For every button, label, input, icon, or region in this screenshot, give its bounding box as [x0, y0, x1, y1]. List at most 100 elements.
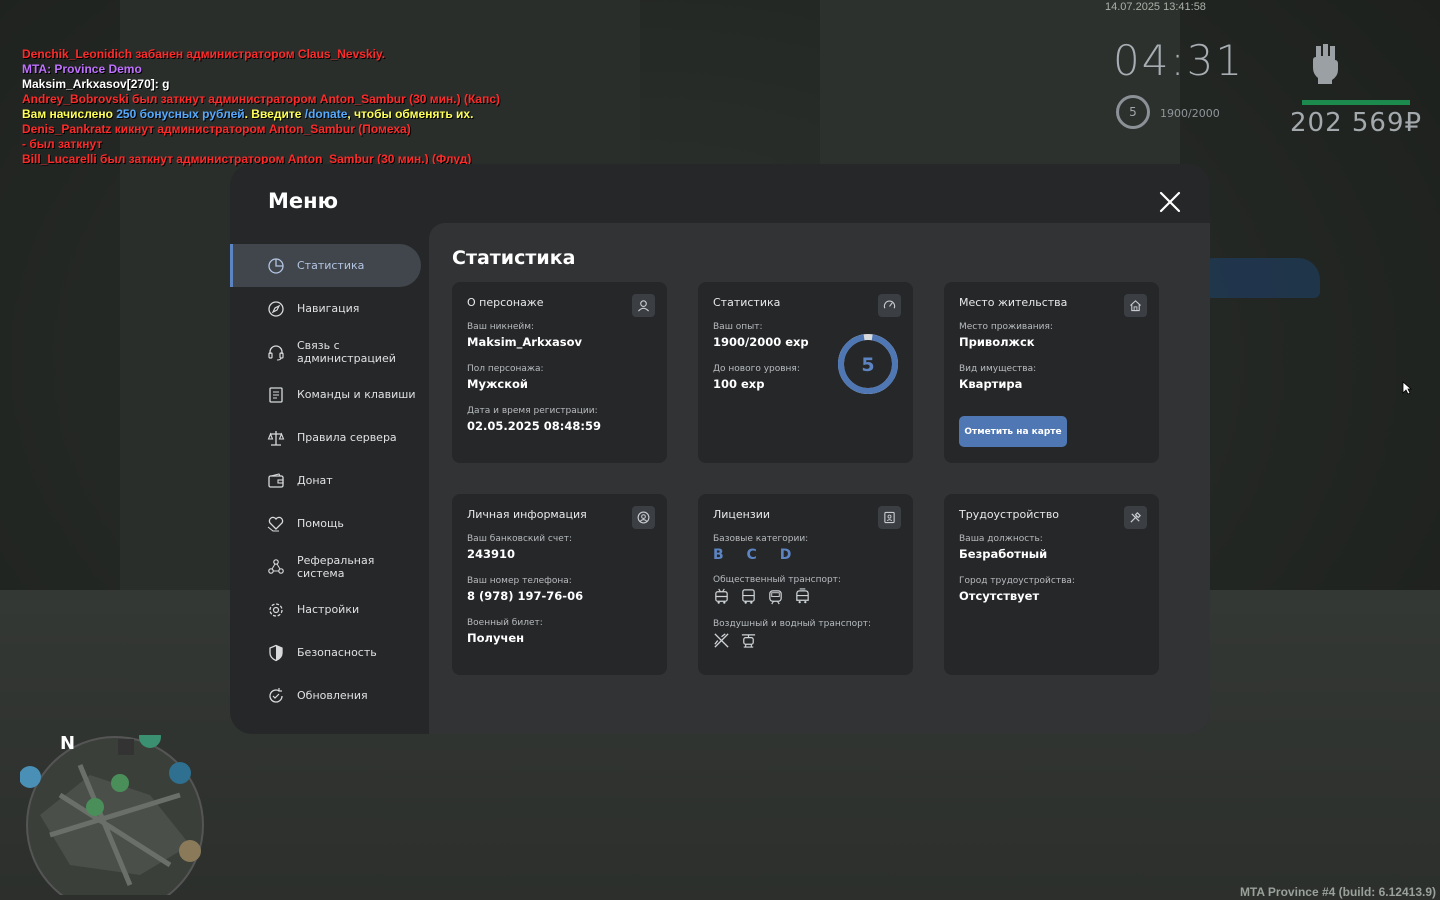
trolleybus-icon — [715, 588, 728, 604]
content-title: Статистика — [452, 247, 576, 269]
menu-sidebar: Статистика Навигация Связь с администрацие… — [230, 244, 429, 717]
wallet-icon — [268, 472, 284, 488]
hud-level-badge: 5 — [1116, 95, 1150, 129]
work-city-value: Отсутствует — [959, 589, 1040, 603]
sidebar-item-label: Донат — [297, 474, 333, 487]
property-value: Квартира — [959, 377, 1023, 391]
card-statistics: Статистика Ваш опыт: 1900/2000 exp До но… — [698, 282, 913, 463]
position-value: Безработный — [959, 547, 1048, 561]
chat-line: Maksim_Arkxasov[270]: g — [22, 77, 500, 92]
basic-categories-value: B C D — [713, 547, 801, 563]
scales-icon — [267, 430, 285, 446]
nick-value: Maksim_Arkxasov — [467, 335, 583, 349]
sidebar-item-admin[interactable]: Связь с администрацией — [230, 330, 429, 373]
pie-chart-icon — [268, 257, 284, 274]
headset-icon — [268, 344, 284, 361]
chat-line: - был заткнут — [22, 137, 500, 152]
sidebar-item-label: Связь с администрацией — [297, 338, 396, 365]
nick-label: Ваш никнейм: — [467, 322, 535, 332]
chat-line: Denchik_Leonidich забанен администраторо… — [22, 47, 500, 62]
sidebar-item-security[interactable]: Безопасность — [230, 631, 429, 674]
chat-text: Andrey_Bobrovski был заткнут администрат… — [22, 92, 501, 106]
place-label: Место проживания: — [959, 322, 1053, 332]
hud-exp: 1900/2000 — [1160, 107, 1220, 120]
home-icon — [1124, 294, 1147, 317]
tram-icon — [769, 590, 782, 605]
chat-text: . Введите — [244, 107, 305, 121]
chat-text: Maksim_Arkxasov[270]: g — [22, 77, 170, 91]
work-city-label: Город трудоустройства: — [959, 576, 1075, 586]
bank-label: Ваш банковский счет: — [467, 534, 573, 544]
chat-line: Andrey_Bobrovski был заткнут администрат… — [22, 92, 500, 107]
sidebar-item-updates[interactable]: Обновления — [230, 674, 429, 717]
plane-icon — [714, 633, 729, 648]
minimap[interactable]: N — [20, 735, 210, 895]
card-title: Личная информация — [467, 508, 587, 521]
helicopter-icon — [741, 634, 756, 648]
card-title: Трудоустройство — [959, 508, 1060, 521]
north-indicator: N — [60, 735, 75, 754]
card-title: О персонаже — [467, 296, 544, 309]
card-title: Лицензии — [713, 508, 771, 521]
clothes-shop-icon — [20, 766, 41, 788]
card-title: Место жительства — [959, 296, 1068, 309]
sidebar-item-label: Реферальная система — [297, 553, 375, 580]
menu-title: Меню — [268, 189, 339, 213]
user-icon — [632, 294, 655, 317]
mark-on-map-button[interactable]: Отметить на карте — [959, 416, 1067, 447]
card-character: О персонаже Ваш никнейм: Maksim_Arkxasov… — [452, 282, 667, 463]
minibus-icon — [796, 588, 809, 604]
chat-text: MTA: Province Demo — [22, 62, 142, 76]
sidebar-item-commands[interactable]: Команды и клавиши — [230, 373, 429, 416]
sidebar-item-rules[interactable]: Правила сервера — [230, 416, 429, 459]
fuel-station-icon — [118, 739, 134, 755]
chat-log: Denchik_Leonidich забанен администраторо… — [22, 47, 500, 167]
background-car — [1200, 258, 1320, 298]
sidebar-item-label: Команды и клавиши — [297, 388, 416, 401]
registration-value: 02.05.2025 08:48:59 — [467, 419, 601, 433]
exp-label: Ваш опыт: — [713, 322, 763, 332]
refresh-icon — [269, 687, 283, 703]
chat-text: Denis_Pankratz кикнут администратором An… — [22, 122, 411, 136]
chat-text: /donate — [304, 107, 348, 121]
hud-datetime: 14.07.2025 13:41:58 — [1105, 1, 1206, 13]
sidebar-item-label: Правила сервера — [297, 431, 397, 444]
card-licenses: Лицензии Базовые категории: B C D Общест… — [698, 494, 913, 675]
sidebar-item-label: Навигация — [297, 302, 360, 315]
hud-clock: 04:31 — [1113, 36, 1245, 85]
chat-text: Denchik_Leonidich забанен администраторо… — [22, 47, 386, 61]
next-level-label: До нового уровня: — [713, 364, 800, 374]
chat-line: MTA: Province Demo — [22, 62, 500, 77]
gear-icon — [269, 602, 283, 617]
air-water-transport-label: Воздушный и водный транспорт: — [713, 619, 872, 629]
stats-content: Статистика О персонаже Ваш никнейм: Maks… — [429, 223, 1210, 734]
level-progress-ring: 5 — [838, 334, 898, 394]
public-transport-icons — [713, 588, 871, 605]
sidebar-item-settings[interactable]: Настройки — [230, 588, 429, 631]
bank-value: 243910 — [467, 547, 516, 561]
sidebar-item-label: Настройки — [297, 603, 360, 616]
card-employment: Трудоустройство Ваша должность: Безработ… — [944, 494, 1159, 675]
bus-icon — [742, 589, 755, 604]
sidebar-item-donate[interactable]: Донат — [230, 459, 429, 502]
house-icon — [86, 798, 104, 816]
fist-weapon-icon — [1313, 44, 1338, 84]
sidebar-item-label: Безопасность — [297, 646, 377, 659]
registration-label: Дата и время регистрации: — [467, 406, 598, 416]
sidebar-item-stats[interactable]: Статистика — [230, 244, 421, 287]
compass-icon — [268, 300, 284, 317]
card-title: Статистика — [713, 296, 781, 309]
place-value: Приволжск — [959, 335, 1035, 349]
sidebar-item-referral[interactable]: Реферальная система — [230, 545, 429, 588]
truck-icon — [179, 840, 201, 862]
building-icon — [169, 762, 191, 784]
sidebar-item-navigation[interactable]: Навигация — [230, 287, 429, 330]
gender-label: Пол персонажа: — [467, 364, 544, 374]
hud-money: 202 569₽ — [1290, 108, 1423, 138]
shield-icon — [269, 644, 283, 661]
sidebar-item-help[interactable]: Помощь — [230, 502, 429, 545]
chat-text: , чтобы обменять их. — [347, 107, 474, 121]
chat-text: Вам начислено — [22, 107, 117, 121]
close-icon[interactable] — [1158, 190, 1182, 214]
basic-categories-label: Базовые категории: — [713, 534, 809, 544]
